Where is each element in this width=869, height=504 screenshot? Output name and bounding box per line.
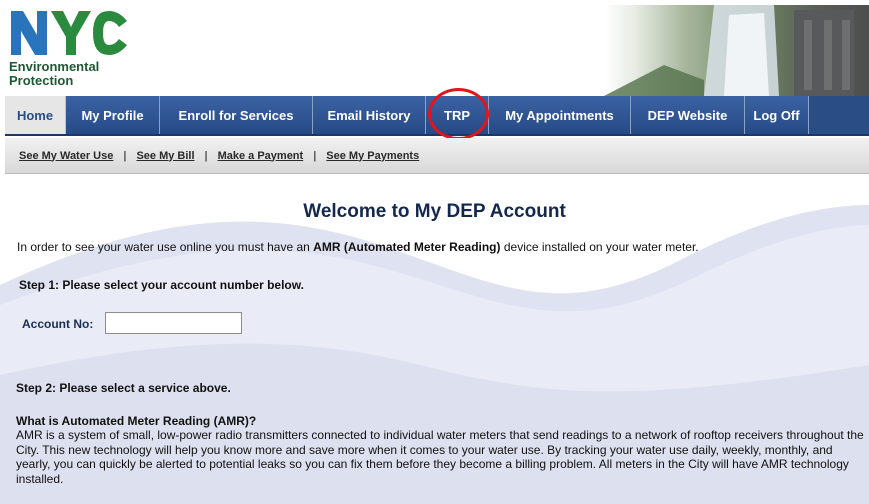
amr-requirement-text: In order to see your water use online yo… xyxy=(17,240,699,254)
nav-tab-enroll-for-services[interactable]: Enroll for Services xyxy=(160,96,313,134)
nav-tab-log-off[interactable]: Log Off xyxy=(745,96,809,134)
logo-text: Environmental Protection xyxy=(9,60,99,88)
logo-line-protection: Protection xyxy=(9,73,74,88)
subnav-link-see-my-water-use[interactable]: See My Water Use xyxy=(19,150,113,162)
sub-nav: See My Water Use | See My Bill | Make a … xyxy=(5,138,869,174)
page-title: Welcome to My DEP Account xyxy=(303,201,566,222)
intro-bold: AMR (Automated Meter Reading) xyxy=(313,240,501,254)
intro-post: device installed on your water meter. xyxy=(500,240,699,254)
step-2-text: Step 2: Please select a service above. xyxy=(16,381,231,395)
nyc-wordmark-icon xyxy=(11,11,127,55)
step-1-text: Step 1: Please select your account numbe… xyxy=(19,278,304,292)
nav-tab-my-appointments[interactable]: My Appointments xyxy=(489,96,631,134)
intro-pre: In order to see your water use online yo… xyxy=(17,240,314,254)
subnav-separator: | xyxy=(204,149,208,162)
subnav-separator: | xyxy=(123,149,127,162)
nav-tab-email-history[interactable]: Email History xyxy=(313,96,426,134)
amr-heading: What is Automated Meter Reading (AMR)? xyxy=(16,414,257,428)
logo-line-environmental: Environmental xyxy=(9,59,100,74)
subnav-link-see-my-bill[interactable]: See My Bill xyxy=(136,150,194,162)
subnav-separator: | xyxy=(313,149,317,162)
amr-description: AMR is a system of small, low-power radi… xyxy=(16,428,864,486)
subnav-link-see-my-payments[interactable]: See My Payments xyxy=(326,150,419,162)
nav-tab-my-profile[interactable]: My Profile xyxy=(66,96,160,134)
nav-tab-dep-website[interactable]: DEP Website xyxy=(631,96,745,134)
nav-tab-home[interactable]: Home xyxy=(5,96,66,134)
waterfall-image xyxy=(604,5,854,96)
page-header: Environmental Protection xyxy=(0,0,869,96)
nyc-dep-logo[interactable]: Environmental Protection xyxy=(9,9,149,91)
account-no-label: Account No: xyxy=(22,317,94,331)
account-no-input[interactable] xyxy=(105,312,242,334)
subnav-link-make-a-payment[interactable]: Make a Payment xyxy=(218,150,304,162)
trp-highlight-circle xyxy=(428,88,489,140)
header-photo-waterfall xyxy=(604,5,869,96)
